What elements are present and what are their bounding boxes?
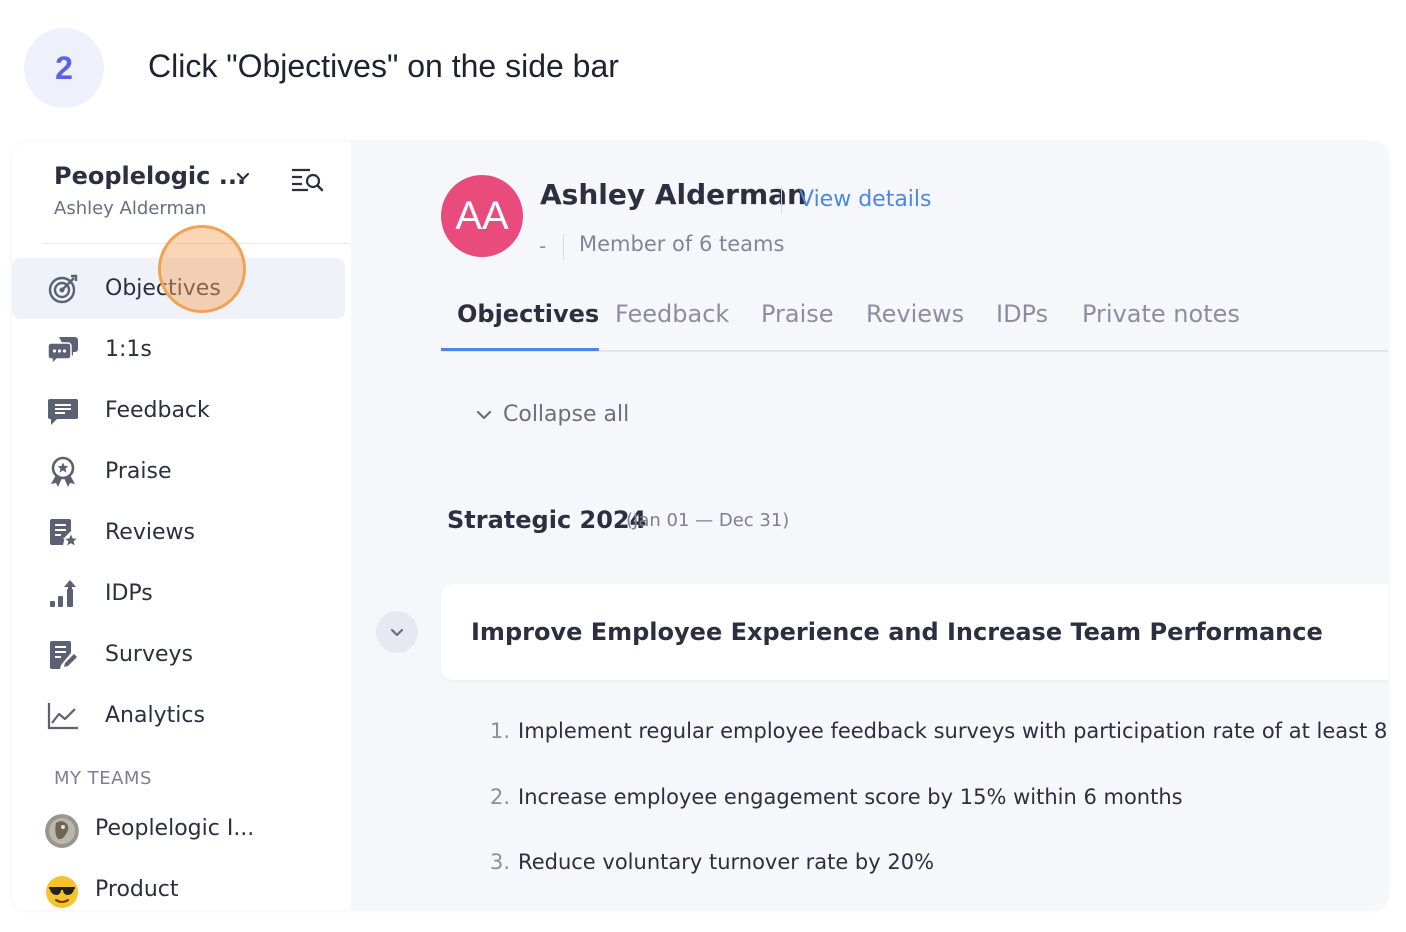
tab-idps[interactable]: IDPs xyxy=(996,300,1048,328)
sunglasses-emoji-icon xyxy=(46,876,78,908)
sidebar-item-surveys[interactable]: Surveys xyxy=(12,624,351,685)
tab-objectives[interactable]: Objectives xyxy=(457,300,599,328)
avatar: AA xyxy=(441,175,523,257)
key-result-text: Reduce voluntary turnover rate by 20% xyxy=(518,850,935,874)
collapse-all-label: Collapse all xyxy=(503,402,630,427)
key-result-item[interactable]: 3. Reduce voluntary turnover rate by 20% xyxy=(490,850,934,874)
sidebar-item-label: Reviews xyxy=(105,520,195,545)
team-photo-avatar xyxy=(45,814,79,848)
sidebar-user-name: Ashley Alderman xyxy=(54,198,207,219)
tab-reviews[interactable]: Reviews xyxy=(866,300,964,328)
chevron-down-icon xyxy=(390,628,404,637)
org-switcher-name[interactable]: Peoplelogic ... xyxy=(54,162,246,190)
team-label: Peoplelogic I... xyxy=(95,816,255,841)
review-star-icon xyxy=(46,516,80,550)
tab-feedback[interactable]: Feedback xyxy=(615,300,729,328)
active-tab-indicator xyxy=(441,348,599,351)
sidebar-item-idps[interactable]: IDPs xyxy=(12,563,351,624)
chat-bubbles-icon xyxy=(46,333,80,367)
sidebar-item-label: 1:1s xyxy=(105,337,152,362)
sidebar-item-label: IDPs xyxy=(105,581,153,606)
line-chart-icon xyxy=(46,699,80,733)
key-result-item[interactable]: 1. Implement regular employee feedback su… xyxy=(490,719,1388,743)
survey-edit-icon xyxy=(46,638,80,672)
sidebar-item-praise[interactable]: Praise xyxy=(12,441,351,502)
step-instruction: Click "Objectives" on the side bar xyxy=(148,48,619,84)
profile-tabs: Objectives Feedback Praise Reviews IDPs … xyxy=(441,294,1388,352)
search-menu-icon[interactable] xyxy=(290,166,324,192)
tab-private-notes[interactable]: Private notes xyxy=(1082,300,1240,328)
sidebar-item-1on1s[interactable]: 1:1s xyxy=(12,319,351,380)
key-result-number: 3. xyxy=(490,850,511,874)
sidebar-item-reviews[interactable]: Reviews xyxy=(12,502,351,563)
growth-chart-icon xyxy=(46,577,80,611)
sidebar-item-label: Praise xyxy=(105,459,172,484)
target-icon xyxy=(46,272,80,306)
name-separator xyxy=(781,186,782,214)
member-of-teams[interactable]: Member of 6 teams xyxy=(579,232,784,256)
key-result-text: Implement regular employee feedback surv… xyxy=(518,719,1388,743)
sidebar-item-feedback[interactable]: Feedback xyxy=(12,380,351,441)
objective-card[interactable]: Improve Employee Experience and Increase… xyxy=(441,584,1388,680)
chevron-down-icon xyxy=(476,410,492,419)
sidebar-item-label: Feedback xyxy=(105,398,210,423)
cycle-date-range: (Jan 01 — Dec 31) xyxy=(626,510,790,531)
team-item-peoplelogic[interactable]: Peoplelogic I... xyxy=(12,806,351,856)
key-result-number: 2. xyxy=(490,785,511,809)
objective-expand-toggle[interactable] xyxy=(376,611,418,653)
tab-praise[interactable]: Praise xyxy=(761,300,834,328)
profile-name: Ashley Alderman xyxy=(540,178,807,211)
view-details-link[interactable]: View details xyxy=(799,187,932,212)
sidebar-item-label: Surveys xyxy=(105,642,193,667)
key-result-number: 1. xyxy=(490,719,511,743)
sidebar-nav: Objectives 1:1s Feedback Praise Reviews … xyxy=(12,258,351,746)
cycle-title: Strategic 2024 xyxy=(447,506,647,534)
key-result-text: Increase employee engagement score by 15… xyxy=(518,785,1183,809)
award-icon xyxy=(46,455,80,489)
profile-role: - xyxy=(539,234,547,258)
my-teams-heading: MY TEAMS xyxy=(54,768,152,789)
objective-title[interactable]: Improve Employee Experience and Increase… xyxy=(471,618,1323,646)
message-icon xyxy=(46,394,80,428)
team-item-product[interactable]: Product xyxy=(12,867,351,910)
click-indicator xyxy=(158,225,246,313)
team-label: Product xyxy=(95,877,179,902)
key-result-item[interactable]: 2. Increase employee engagement score by … xyxy=(490,785,1183,809)
main-content: AA Ashley Alderman View details - Member… xyxy=(351,142,1388,910)
role-separator xyxy=(563,234,564,260)
collapse-all-button[interactable]: Collapse all xyxy=(475,402,629,427)
sidebar-item-analytics[interactable]: Analytics xyxy=(12,685,351,746)
step-number-badge: 2 xyxy=(24,28,104,108)
chevron-down-icon[interactable] xyxy=(236,170,250,184)
sidebar-item-label: Analytics xyxy=(105,703,205,728)
